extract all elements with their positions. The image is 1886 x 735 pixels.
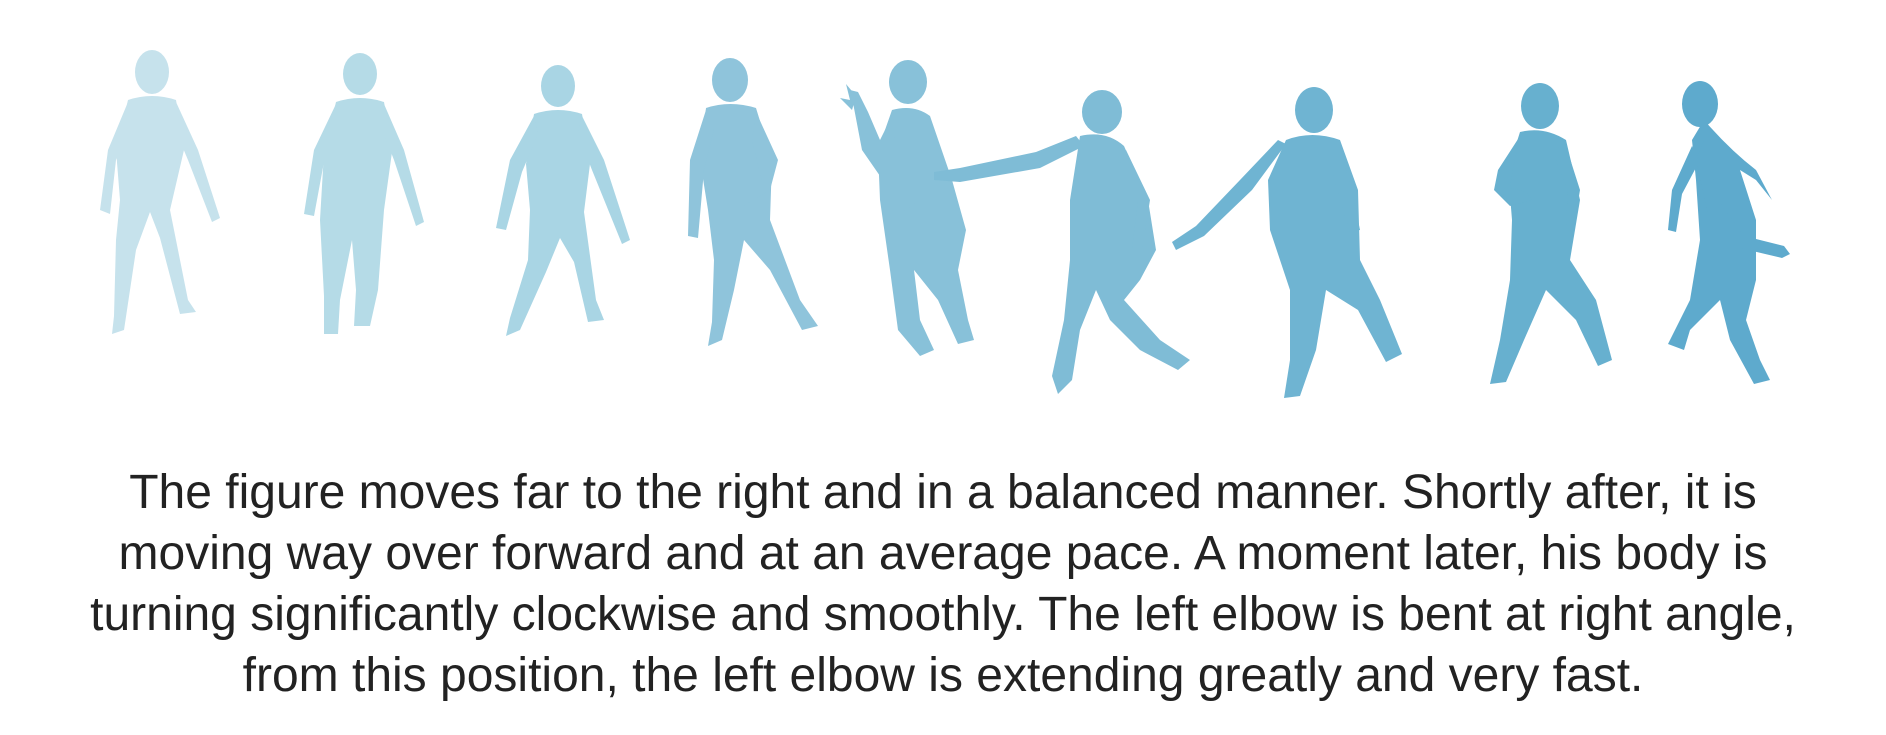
body-frame-7 [1172, 87, 1402, 398]
motion-sequence-figure [0, 0, 1886, 430]
caption-line-4: from this position, the left elbow is ex… [242, 649, 1644, 702]
body-frame-4 [688, 58, 818, 346]
body-frame-2 [304, 53, 424, 334]
body-frame-5 [840, 60, 974, 356]
body-frame-6 [934, 90, 1190, 394]
body-frame-9 [1668, 81, 1790, 384]
caption-line-3: turning significantly clockwise and smoo… [90, 588, 1796, 641]
motion-description-caption: The figure moves far to the right and in… [0, 462, 1886, 706]
body-frame-8 [1490, 83, 1612, 384]
body-frame-3 [496, 65, 630, 336]
caption-line-2: moving way over forward and at an averag… [118, 527, 1768, 580]
body-frame-1 [100, 50, 220, 334]
caption-line-1: The figure moves far to the right and in… [129, 466, 1757, 519]
